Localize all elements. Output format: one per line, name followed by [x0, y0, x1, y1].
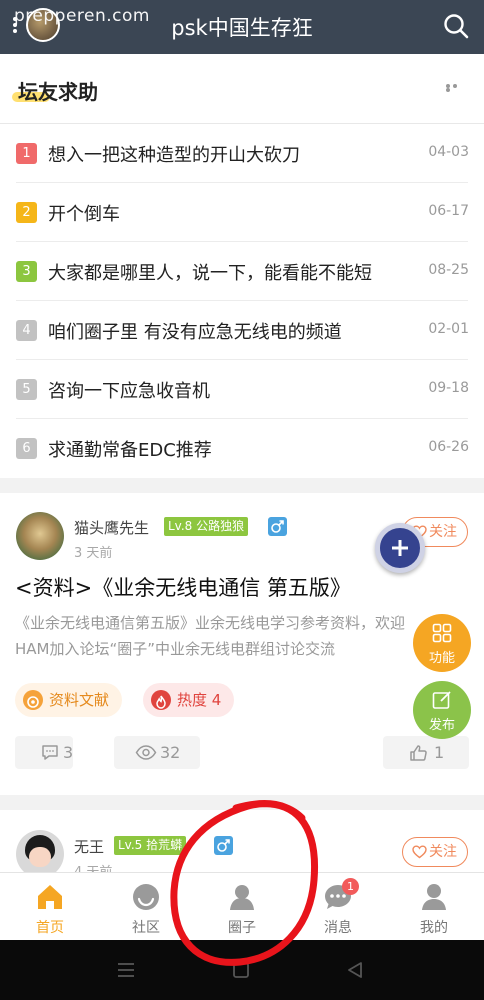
plus-icon — [392, 540, 408, 556]
author-name[interactable]: 猫头鹰先生 — [74, 517, 149, 538]
top-bar: psk中国生存狂 prepperen.com — [0, 0, 484, 54]
avatar[interactable] — [16, 512, 64, 560]
nav-community[interactable]: 社区 — [98, 873, 194, 941]
help-item-date: 09-18 — [428, 380, 469, 396]
heat-tag-label: 热度 4 — [177, 691, 222, 709]
heat-tag: 热度 4 — [143, 683, 235, 717]
level-badge: Lv.5 拾荒蟒 — [114, 836, 187, 855]
category-tag[interactable]: 资料文献 — [15, 683, 123, 717]
publish-label: 发布 — [428, 718, 455, 733]
nav-me[interactable]: 我的 — [386, 873, 482, 941]
nav-circle-label: 圈子 — [228, 920, 256, 936]
post-time: 3 天前 — [74, 546, 113, 561]
help-item-date: 04-03 — [428, 144, 469, 160]
user-icon — [422, 884, 446, 910]
help-list-item[interactable]: 4 咱们圈子里 有没有应急无线电的频道 02-01 — [0, 301, 484, 360]
comment-icon — [42, 745, 58, 760]
nav-home[interactable]: 首页 — [2, 873, 98, 941]
section-title: 坛友求助 — [18, 80, 98, 104]
help-item-title: 想入一把这种造型的开山大砍刀 — [48, 145, 300, 166]
thumbs-up-icon — [410, 745, 427, 761]
help-item-date: 02-01 — [428, 321, 469, 337]
help-list-item[interactable]: 2 开个倒车 06-17 — [0, 183, 484, 242]
grid-icon — [432, 623, 452, 643]
back-icon[interactable] — [346, 961, 364, 979]
author-name[interactable]: 无王 — [74, 836, 104, 857]
comment-button[interactable]: 3 — [15, 736, 73, 769]
follow-label: 关注 — [429, 844, 457, 860]
nav-messages-label: 消息 — [324, 920, 352, 936]
rank-badge: 4 — [16, 320, 37, 341]
rank-badge: 2 — [16, 202, 37, 223]
like-button[interactable]: 1 — [383, 736, 469, 769]
search-icon[interactable] — [442, 12, 470, 40]
nav-me-label: 我的 — [420, 920, 448, 936]
nav-messages[interactable]: 1 消息 — [290, 873, 386, 941]
level-badge: Lv.8 公路独狼 — [164, 517, 249, 536]
help-item-title: 开个倒车 — [48, 204, 120, 225]
like-count: 1 — [434, 743, 445, 762]
help-item-date: 08-25 — [428, 262, 469, 278]
nav-community-label: 社区 — [132, 920, 160, 936]
help-item-title: 咨询一下应急收音机 — [48, 381, 210, 402]
nav-circle[interactable]: 圈子 — [194, 873, 290, 941]
message-badge: 1 — [342, 878, 359, 895]
flame-icon — [151, 690, 171, 710]
add-button[interactable] — [375, 523, 425, 573]
system-nav-bar — [0, 940, 484, 1000]
function-label: 功能 — [428, 651, 455, 666]
post-title[interactable]: <资料>《业余无线电通信 第五版》 — [15, 572, 351, 602]
post-excerpt[interactable]: 《业余无线电通信第五版》业余无线电学习参考资料，欢迎HAM加入论坛“圈子”中业余… — [15, 610, 415, 662]
post-card[interactable]: 无王 Lv.5 拾荒蟒 4 天前 关注 — [0, 810, 484, 872]
follow-label: 关注 — [429, 524, 457, 540]
nav-home-label: 首页 — [36, 920, 64, 936]
comment-count: 3 — [63, 743, 74, 762]
document-icon — [23, 690, 43, 710]
circle-group-icon — [230, 885, 254, 910]
follow-button[interactable]: 关注 — [402, 837, 468, 867]
view-count: 32 — [160, 743, 181, 762]
heart-icon — [412, 845, 427, 859]
community-icon — [133, 884, 159, 910]
watermark-text: prepperen.com — [14, 6, 150, 26]
help-item-title: 大家都是哪里人，说一下，能看能不能短 — [48, 263, 372, 284]
rank-badge: 6 — [16, 438, 37, 459]
help-list-item[interactable]: 3 大家都是哪里人，说一下，能看能不能短 08-25 — [0, 242, 484, 301]
help-list: 1 想入一把这种造型的开山大砍刀 04-03 2 开个倒车 06-17 3 大家… — [0, 124, 484, 478]
category-tag-label: 资料文献 — [49, 691, 110, 709]
help-item-title: 咱们圈子里 有没有应急无线电的频道 — [48, 322, 342, 343]
help-item-date: 06-17 — [428, 203, 469, 219]
more-options-icon[interactable] — [446, 84, 466, 92]
help-list-item[interactable]: 5 咨询一下应急收音机 09-18 — [0, 360, 484, 419]
function-button[interactable]: 功能 — [413, 614, 471, 672]
home-icon — [38, 885, 62, 909]
help-item-date: 06-26 — [428, 439, 469, 455]
rank-badge: 3 — [16, 261, 37, 282]
male-icon — [268, 517, 287, 536]
rank-badge: 5 — [16, 379, 37, 400]
help-list-item[interactable]: 6 求通勤常备EDC推荐 06-26 — [0, 419, 484, 478]
menu-icon[interactable] — [116, 961, 136, 979]
edit-icon — [432, 691, 451, 709]
home-square-icon[interactable] — [232, 961, 250, 979]
app-screen: psk中国生存狂 prepperen.com 坛友求助 1 想入一把这种造型的开… — [0, 0, 484, 1000]
eye-icon — [135, 745, 157, 760]
male-icon — [214, 836, 233, 855]
help-item-title: 求通勤常备EDC推荐 — [48, 440, 212, 461]
rank-badge: 1 — [16, 143, 37, 164]
publish-button[interactable]: 发布 — [413, 681, 471, 739]
views-stat: 32 — [114, 736, 200, 769]
post-time: 4 天前 — [74, 861, 112, 872]
bottom-nav: 首页 社区 圈子 1 消息 我的 — [0, 872, 484, 940]
help-section: 坛友求助 1 想入一把这种造型的开山大砍刀 04-03 2 开个倒车 06-17… — [0, 54, 484, 478]
help-list-item[interactable]: 1 想入一把这种造型的开山大砍刀 04-03 — [0, 124, 484, 183]
avatar[interactable] — [16, 830, 64, 872]
